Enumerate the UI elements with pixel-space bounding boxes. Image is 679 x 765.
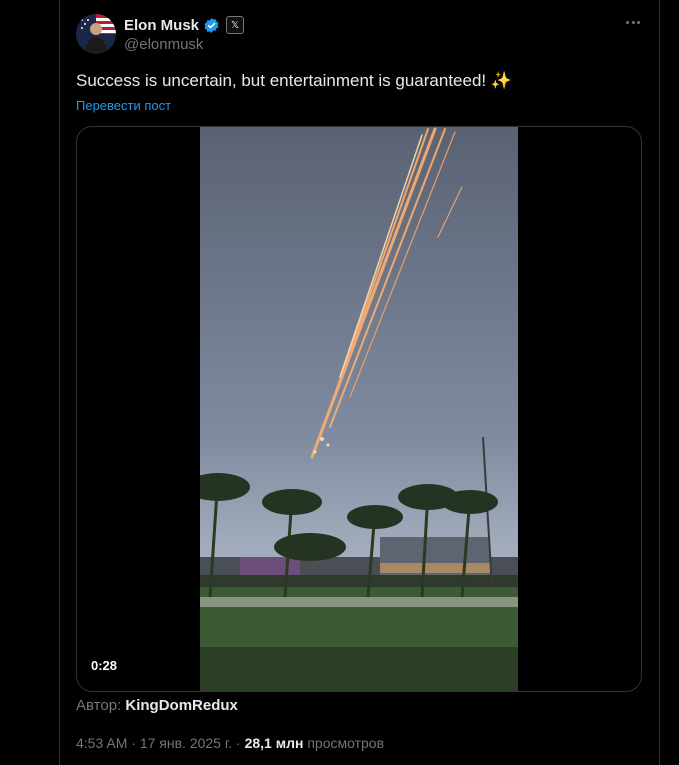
media-credit-prefix: Автор:	[76, 697, 122, 714]
verified-badge-icon[interactable]	[203, 17, 220, 34]
translate-post-link[interactable]: Перевести пост	[76, 98, 171, 113]
views-count: 28,1 млн	[244, 735, 304, 751]
avatar-image	[76, 14, 116, 54]
tweet-time[interactable]: 4:53 AM	[76, 735, 127, 751]
more-options-icon[interactable]	[623, 12, 643, 32]
tweet-text: Success is uncertain, but entertainment …	[76, 71, 512, 91]
meta-separator: ·	[236, 735, 241, 751]
sparkles-emoji: ✨	[490, 71, 513, 90]
meta-separator: ·	[131, 735, 136, 751]
media-credit: Автор: KingDomRedux	[76, 697, 238, 714]
views-label: просмотров	[307, 735, 385, 751]
tweet-meta: 4:53 AM · 17 янв. 2025 г. · 28,1 млн про…	[76, 735, 384, 751]
avatar[interactable]	[76, 14, 116, 54]
video-frame	[200, 127, 518, 691]
tweet-date[interactable]: 17 янв. 2025 г.	[140, 735, 232, 751]
author-handle[interactable]: @elonmusk	[124, 36, 203, 53]
media-credit-name[interactable]: KingDomRedux	[125, 697, 238, 714]
author-name[interactable]: Elon Musk	[124, 17, 199, 34]
tweet-body: Success is uncertain, but entertainment …	[76, 71, 487, 90]
author-name-row: Elon Musk 𝕏	[124, 16, 245, 34]
affiliate-badge-icon[interactable]: 𝕏	[226, 16, 245, 34]
video-player[interactable]: 0:28	[76, 126, 642, 692]
video-duration: 0:28	[91, 658, 118, 673]
